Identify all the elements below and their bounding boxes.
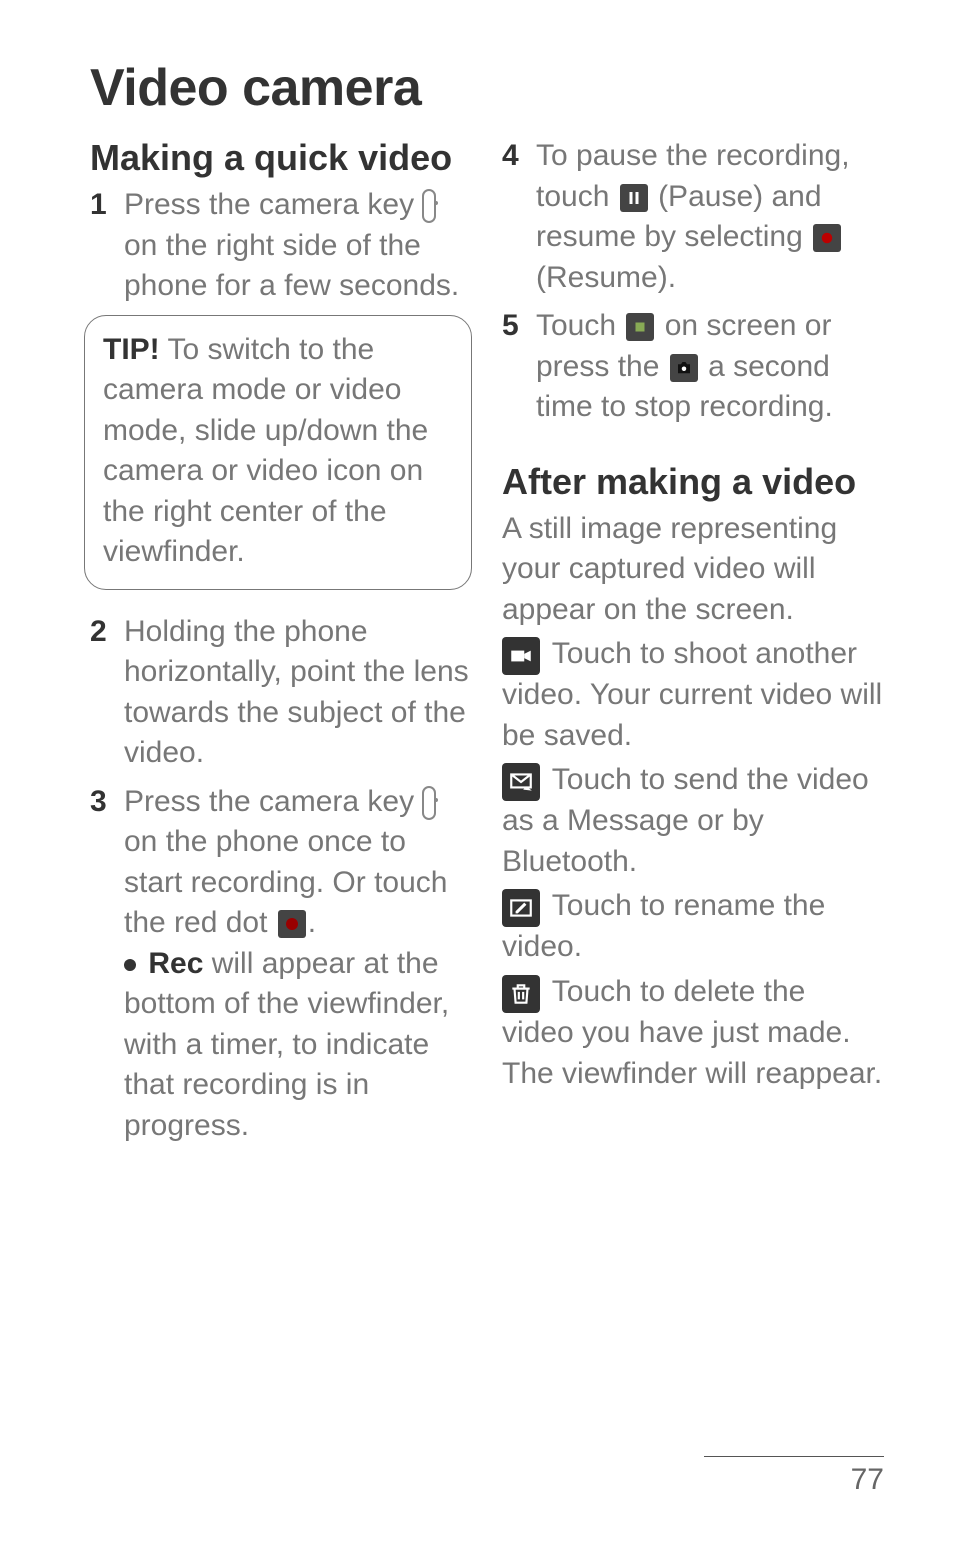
step-body: Press the camera key on the phone once t…	[124, 782, 472, 1147]
step-5: 5 Touch on screen or press the a second …	[502, 306, 884, 428]
step-2: 2 Holding the phone horizontally, point …	[90, 612, 472, 774]
red-dot-icon	[278, 910, 306, 938]
camera-key-icon	[422, 786, 436, 820]
step-4: 4 To pause the recording, touch (Pause) …	[502, 136, 884, 298]
step-number: 1	[90, 185, 124, 307]
step-number: 3	[90, 782, 124, 1147]
right-column: 4 To pause the recording, touch (Pause) …	[502, 136, 884, 1154]
footer-rule	[704, 1456, 884, 1457]
step-body: Holding the phone horizontally, point th…	[124, 612, 472, 774]
resume-icon	[813, 224, 841, 252]
page-footer: 77	[704, 1456, 884, 1497]
action-text: Touch to delete the video you have just …	[502, 975, 882, 1090]
action-text: Touch to send the video as a Message or …	[502, 763, 869, 878]
step3-text-a: Press the camera key	[124, 785, 422, 818]
trash-icon	[502, 975, 540, 1013]
action-text: Touch to shoot another video. Your curre…	[502, 637, 882, 752]
section-heading-quick-video: Making a quick video	[90, 136, 472, 179]
step5-text-a: Touch	[536, 309, 624, 342]
step-3: 3 Press the camera key on the phone once…	[90, 782, 472, 1147]
step-number: 4	[502, 136, 536, 298]
rename-icon	[502, 889, 540, 927]
camera-icon	[670, 354, 698, 382]
action-item-delete: Touch to delete the video you have just …	[502, 972, 884, 1094]
camcorder-icon	[502, 637, 540, 675]
tip-box: TIP! To switch to the camera mode or vid…	[84, 315, 472, 590]
camera-key-icon	[422, 189, 436, 223]
page-title: Video camera	[90, 58, 884, 118]
action-item-send: Touch to send the video as a Message or …	[502, 760, 884, 882]
step3-text-c: .	[308, 906, 316, 939]
action-text: Touch to rename the video.	[502, 889, 825, 963]
stop-icon	[626, 313, 654, 341]
pause-icon	[620, 184, 648, 212]
manual-page: Video camera Making a quick video 1 Pres…	[0, 0, 954, 1557]
bullet-icon	[124, 959, 136, 971]
section-heading-after-video: After making a video	[502, 460, 884, 503]
tip-body: TIP! To switch to the camera mode or vid…	[103, 330, 453, 573]
rec-label: Rec	[148, 947, 203, 980]
step-number: 2	[90, 612, 124, 774]
two-columns: Making a quick video 1 Press the camera …	[90, 136, 884, 1154]
step-1: 1 Press the camera key on the right side…	[90, 185, 472, 307]
action-item-rename: Touch to rename the video.	[502, 886, 884, 968]
step-body: Press the camera key on the right side o…	[124, 185, 472, 307]
step-text-b: on the right side of the phone for a few…	[124, 229, 459, 303]
tip-text: To switch to the camera mode or video mo…	[103, 333, 428, 569]
intro-paragraph: A still image representing your captured…	[502, 509, 884, 631]
page-number: 77	[704, 1463, 884, 1497]
tip-label: TIP!	[103, 333, 160, 366]
step-body: To pause the recording, touch (Pause) an…	[536, 136, 884, 298]
step-body: Touch on screen or press the a second ti…	[536, 306, 884, 428]
step-number: 5	[502, 306, 536, 428]
step-text-a: Press the camera key	[124, 188, 422, 221]
envelope-send-icon	[502, 763, 540, 801]
left-column: Making a quick video 1 Press the camera …	[90, 136, 472, 1154]
step4-text-c: (Resume).	[536, 261, 676, 294]
action-item-shoot-another: Touch to shoot another video. Your curre…	[502, 634, 884, 756]
